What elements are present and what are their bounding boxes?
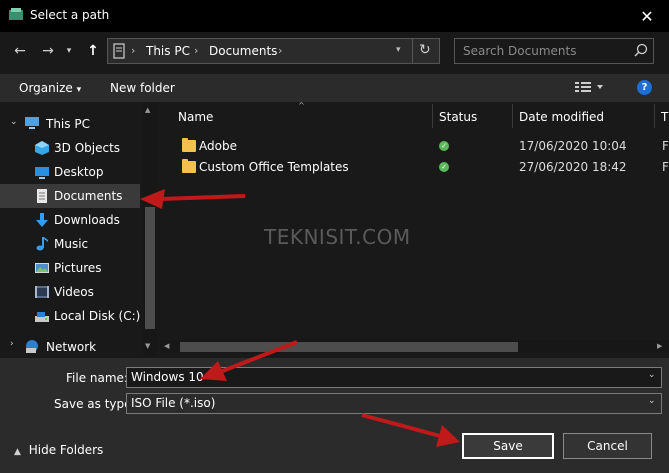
annotation-arrows	[140, 189, 460, 447]
annotation-arrow-filename	[200, 340, 298, 381]
annotation-arrow-save	[361, 413, 460, 447]
annotation-arrow-documents	[140, 189, 246, 209]
